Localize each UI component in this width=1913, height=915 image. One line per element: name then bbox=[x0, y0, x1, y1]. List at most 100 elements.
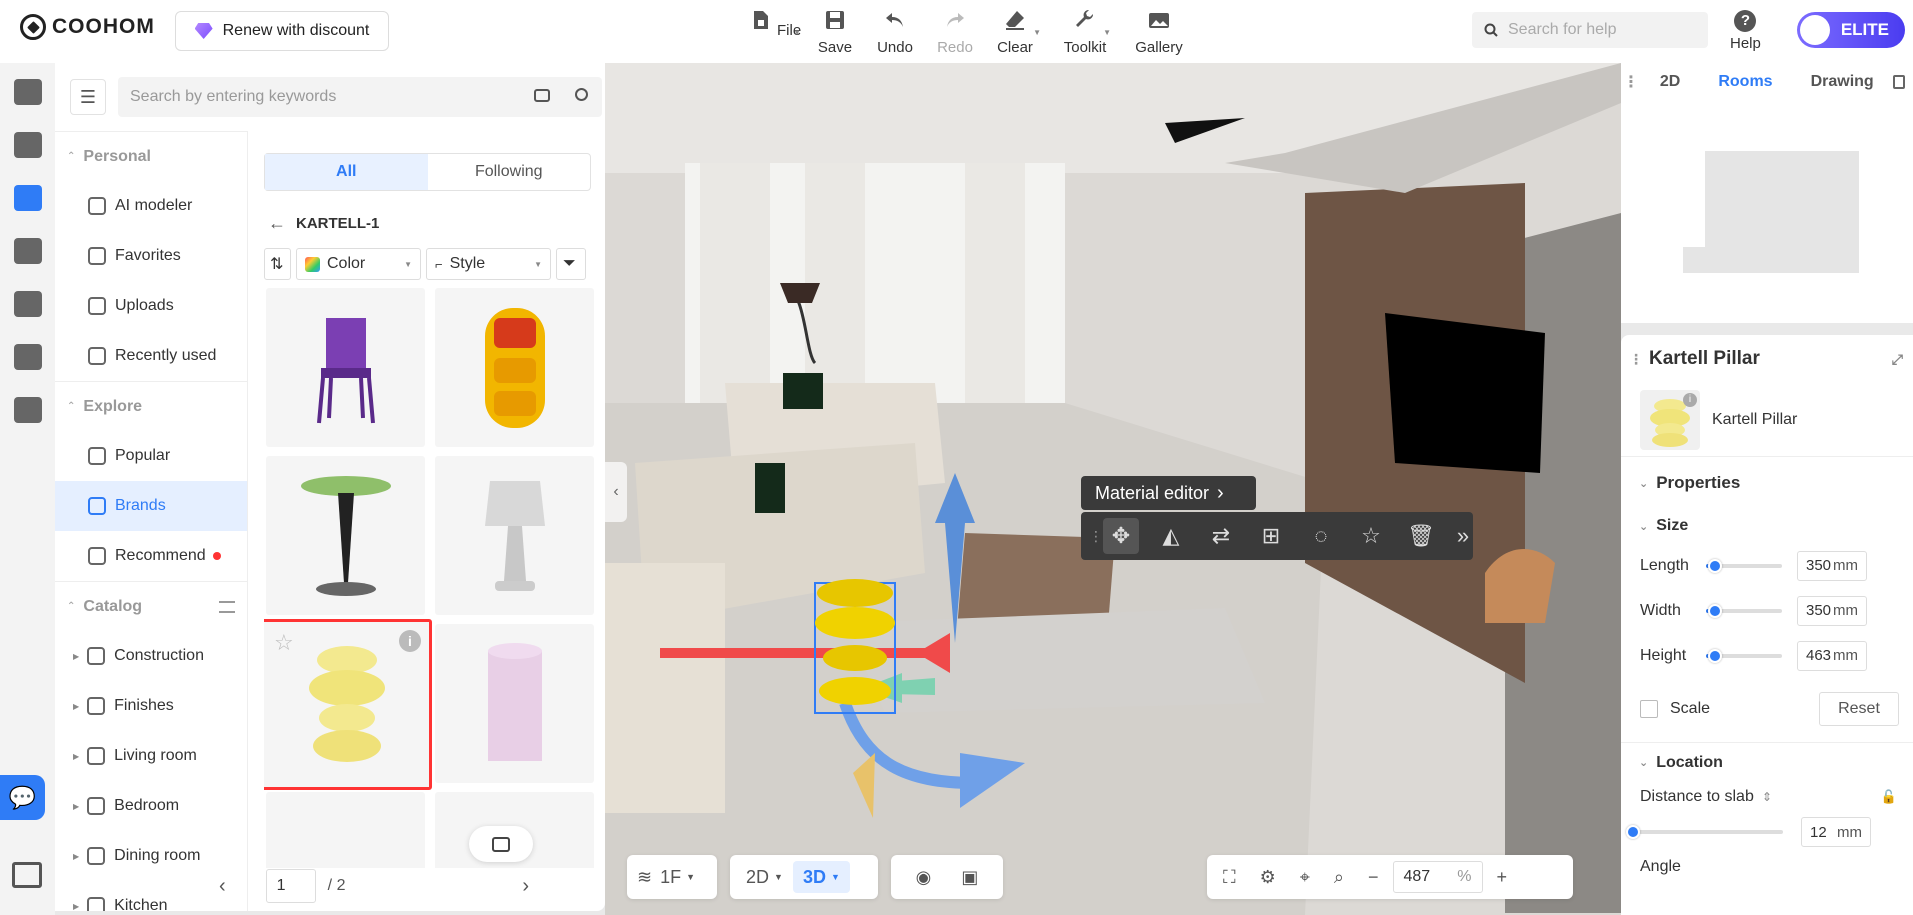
floor-dropdown[interactable]: ≋ 1F ▼ bbox=[627, 861, 705, 893]
customize-mode-icon[interactable] bbox=[11, 234, 45, 268]
distance-slider[interactable] bbox=[1626, 825, 1783, 839]
lock-icon[interactable]: 🔓 bbox=[1881, 789, 1897, 805]
tab-drawing[interactable]: Drawing bbox=[1792, 73, 1893, 91]
product-card[interactable] bbox=[435, 288, 594, 447]
product-card[interactable] bbox=[435, 624, 594, 783]
search-icon[interactable] bbox=[575, 88, 588, 101]
collapse-panel-button[interactable]: ☰ bbox=[70, 79, 106, 115]
width-slider[interactable] bbox=[1706, 603, 1782, 618]
camera-settings-icon[interactable]: ⚙ bbox=[1250, 861, 1286, 893]
info-icon[interactable]: i bbox=[1683, 392, 1697, 407]
sort-toggle-icon[interactable]: ⇕ bbox=[1762, 790, 1772, 804]
floorplan-mode-icon[interactable] bbox=[11, 340, 45, 374]
filter-button[interactable]: ⏷ bbox=[556, 248, 586, 280]
height-input[interactable]: 463 mm bbox=[1797, 640, 1867, 671]
length-input[interactable]: 350 mm bbox=[1797, 550, 1867, 581]
view-2d-button[interactable]: 2D ▼ bbox=[736, 861, 793, 893]
nav-item-finishes[interactable]: ▶ Finishes bbox=[55, 681, 247, 731]
expand-icon[interactable]: ⤢ bbox=[1892, 351, 1903, 368]
nav-item-ai-modeler[interactable]: AI modeler bbox=[55, 181, 247, 231]
length-slider[interactable] bbox=[1706, 558, 1782, 573]
clear-button[interactable]: Clear ▼ bbox=[985, 6, 1045, 56]
chat-support-button[interactable]: 💬 bbox=[0, 775, 45, 820]
tab-2d[interactable]: 2D bbox=[1641, 73, 1699, 91]
product-card[interactable] bbox=[435, 456, 594, 615]
file-button[interactable]: File ▼ bbox=[745, 6, 805, 56]
camera-icon[interactable] bbox=[534, 89, 550, 102]
delete-icon[interactable]: 🗑 bbox=[1403, 518, 1439, 554]
construction-mode-icon[interactable] bbox=[11, 75, 45, 109]
furniture-mode-icon[interactable] bbox=[11, 181, 45, 215]
move-icon[interactable]: ✥ bbox=[1103, 518, 1139, 554]
render-camera-icon[interactable] bbox=[11, 287, 45, 321]
undo-button[interactable]: Undo bbox=[865, 6, 925, 56]
minimap-room[interactable] bbox=[1683, 247, 1727, 273]
style-filter[interactable]: ⌐ Style ▼ bbox=[426, 248, 551, 280]
product-card[interactable] bbox=[266, 456, 425, 615]
expand-more-icon[interactable]: » bbox=[1453, 518, 1473, 554]
nav-item-recently-used[interactable]: Recently used bbox=[55, 331, 247, 381]
section-properties[interactable]: ⌄ Properties bbox=[1621, 457, 1913, 509]
prev-page-icon[interactable]: ‹ bbox=[219, 875, 226, 898]
focus-icon[interactable]: ⌖ bbox=[1290, 861, 1320, 893]
minimap-room[interactable] bbox=[1705, 151, 1859, 273]
favorite-star-icon[interactable]: ☆ bbox=[1353, 518, 1389, 554]
zoom-in-icon[interactable]: + bbox=[1487, 861, 1518, 893]
nav-item-uploads[interactable]: Uploads bbox=[55, 281, 247, 331]
reset-button[interactable]: Reset bbox=[1819, 692, 1899, 726]
section-explore[interactable]: ⌃ Explore bbox=[55, 381, 247, 431]
toolkit-button[interactable]: Toolkit ▼ bbox=[1055, 6, 1115, 56]
zoom-out-icon[interactable]: − bbox=[1358, 861, 1389, 893]
nav-item-recommend[interactable]: Recommend bbox=[55, 531, 247, 581]
duplicate-icon[interactable]: ⊞ bbox=[1253, 518, 1289, 554]
zoom-input[interactable]: 487 % bbox=[1392, 861, 1483, 893]
fit-view-icon[interactable]: ⛶ bbox=[1213, 861, 1246, 893]
back-arrow-icon[interactable]: ← bbox=[268, 213, 286, 234]
zoom-region-icon[interactable]: ⌕ bbox=[1324, 861, 1354, 893]
tab-rooms[interactable]: Rooms bbox=[1699, 73, 1791, 91]
drag-handle-icon[interactable]: ⋮ bbox=[1089, 528, 1103, 545]
gallery-button[interactable]: Gallery bbox=[1129, 6, 1189, 56]
material-editor-button[interactable]: Material editor › bbox=[1081, 476, 1256, 510]
redo-button[interactable]: Redo bbox=[925, 6, 985, 56]
info-icon[interactable]: i bbox=[399, 630, 421, 652]
home-mode-icon[interactable] bbox=[11, 393, 45, 427]
sort-button[interactable]: ⇅ bbox=[264, 248, 291, 280]
width-input[interactable]: 350 mm bbox=[1797, 595, 1867, 626]
nav-item-popular[interactable]: Popular bbox=[55, 431, 247, 481]
height-slider[interactable] bbox=[1706, 648, 1782, 663]
scale-checkbox[interactable] bbox=[1640, 700, 1658, 718]
tab-all[interactable]: All bbox=[265, 154, 428, 190]
collapse-catalog-tab[interactable]: ‹ bbox=[605, 462, 627, 522]
nav-item-favorites[interactable]: Favorites bbox=[55, 231, 247, 281]
replace-icon[interactable]: ⇄ bbox=[1203, 518, 1239, 554]
cube-view-icon[interactable]: ▣ bbox=[951, 861, 988, 893]
drag-handle-icon[interactable]: ⋮ bbox=[1621, 72, 1641, 92]
nav-item-brands[interactable]: Brands bbox=[55, 481, 247, 531]
logo[interactable]: COOHOM bbox=[20, 14, 155, 40]
hide-icon[interactable]: ◌ bbox=[1303, 518, 1339, 554]
feedback-button[interactable] bbox=[469, 826, 533, 862]
popout-icon[interactable] bbox=[1892, 75, 1905, 89]
mirror-icon[interactable]: ◭ bbox=[1153, 518, 1189, 554]
product-card-selected[interactable]: ☆ i bbox=[264, 619, 432, 790]
keyword-search-input[interactable]: Search by entering keywords bbox=[118, 77, 602, 117]
product-card[interactable] bbox=[266, 792, 425, 868]
help-button[interactable]: ? Help bbox=[1730, 8, 1761, 52]
lighting-mode-icon[interactable] bbox=[11, 128, 45, 162]
section-location[interactable]: ⌄ Location bbox=[1621, 742, 1913, 782]
view-3d-button[interactable]: 3D ▼ bbox=[792, 861, 850, 893]
page-input[interactable]: 1 bbox=[265, 869, 316, 903]
layout-icon[interactable] bbox=[12, 862, 42, 888]
star-icon[interactable]: ☆ bbox=[274, 630, 294, 656]
section-personal[interactable]: ⌃ Personal bbox=[55, 131, 247, 181]
section-size[interactable]: ⌄ Size bbox=[1621, 509, 1913, 543]
distance-input[interactable]: 12 mm bbox=[1801, 817, 1871, 847]
nav-item-living-room[interactable]: ▶ Living room bbox=[55, 731, 247, 781]
tab-following[interactable]: Following bbox=[428, 154, 591, 190]
next-page-icon[interactable]: › bbox=[522, 875, 529, 898]
help-search-input[interactable]: Search for help bbox=[1472, 12, 1708, 48]
product-card[interactable] bbox=[266, 288, 425, 447]
nav-item-bedroom[interactable]: ▶ Bedroom bbox=[55, 781, 247, 831]
eye-icon[interactable]: ◉ bbox=[906, 861, 942, 893]
